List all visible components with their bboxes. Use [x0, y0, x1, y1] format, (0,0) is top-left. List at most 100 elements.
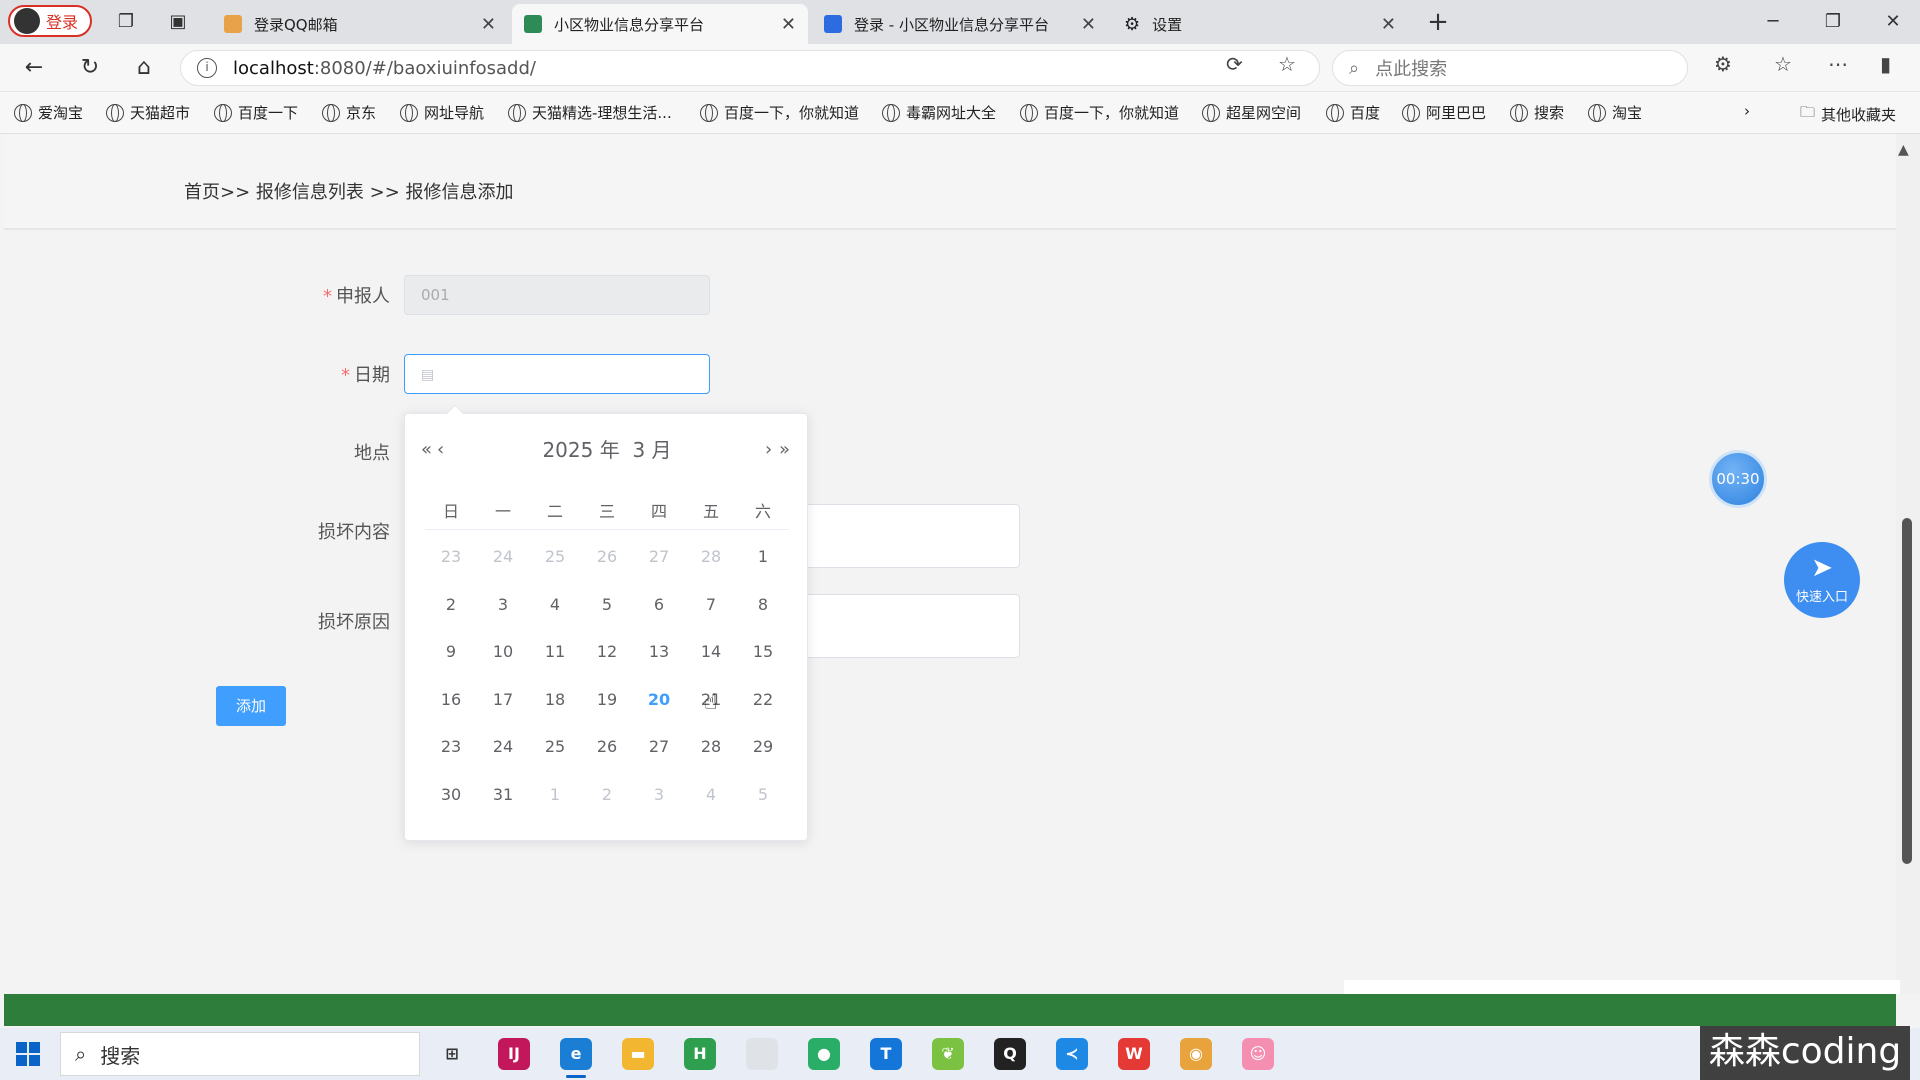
avatar-app-icon[interactable]: ☺: [1242, 1038, 1274, 1070]
calendar-day[interactable]: 31: [477, 780, 529, 828]
month-label[interactable]: 3 月: [632, 438, 671, 462]
calendar-day[interactable]: 23: [425, 732, 477, 780]
calendar-day[interactable]: 26: [581, 542, 633, 590]
calendar-day[interactable]: 6: [633, 590, 685, 638]
qq-icon[interactable]: Q: [994, 1038, 1026, 1070]
bookmark-item[interactable]: 淘宝: [1588, 102, 1642, 123]
extensions-icon[interactable]: ⚙: [1714, 52, 1732, 76]
timer-badge[interactable]: 00:30: [1709, 450, 1767, 508]
calendar-day[interactable]: 19: [581, 685, 633, 733]
translate-icon[interactable]: ⟳: [1226, 52, 1243, 76]
calendar-day[interactable]: 25: [529, 732, 581, 780]
calendar-day[interactable]: 14: [685, 637, 737, 685]
tab-settings[interactable]: ⚙ 设置 ✕: [1112, 4, 1408, 44]
date-field[interactable]: ▤: [404, 354, 710, 394]
intellij-icon[interactable]: IJ: [498, 1038, 530, 1070]
year-label[interactable]: 2025 年: [542, 438, 619, 462]
favorite-star-icon[interactable]: ☆: [1278, 52, 1296, 76]
site-info-icon[interactable]: i: [197, 58, 217, 78]
file-explorer-icon[interactable]: ▬: [622, 1038, 654, 1070]
bookmark-item[interactable]: 网址导航: [400, 102, 484, 123]
bookmark-item[interactable]: 百度一下: [214, 102, 298, 123]
edge-icon[interactable]: e: [560, 1038, 592, 1078]
calendar-day[interactable]: 16: [425, 685, 477, 733]
calendar-day[interactable]: 1: [737, 542, 789, 590]
new-tab-button[interactable]: +: [1420, 4, 1456, 40]
tab-actions-icon[interactable]: ▣: [164, 8, 192, 36]
bookmark-item[interactable]: 天猫精选-理想生活...: [508, 102, 672, 123]
calendar-day[interactable]: 3: [633, 780, 685, 828]
more-menu-icon[interactable]: ⋯: [1828, 52, 1848, 76]
home-button[interactable]: ⌂: [126, 52, 162, 84]
calendar-day[interactable]: 15: [737, 637, 789, 685]
calendar-day[interactable]: 3: [477, 590, 529, 638]
hbuilder-icon[interactable]: H: [684, 1038, 716, 1070]
calendar-day[interactable]: 30: [425, 780, 477, 828]
bookmark-item[interactable]: 京东: [322, 102, 376, 123]
address-bar[interactable]: i localhost:8080/#/baoxiuinfosadd/: [180, 50, 1320, 86]
close-icon[interactable]: ✕: [781, 14, 796, 35]
feishu-icon[interactable]: T: [870, 1038, 902, 1070]
calendar-day[interactable]: 27: [633, 542, 685, 590]
leaf-app-icon[interactable]: ❦: [932, 1038, 964, 1070]
tab-login-platform[interactable]: 登录 - 小区物业信息分享平台 ✕: [812, 4, 1108, 44]
workspaces-icon[interactable]: ❐: [112, 8, 140, 36]
quick-entry-button[interactable]: ➤ 快速入口: [1784, 542, 1860, 618]
close-icon[interactable]: ✕: [1381, 14, 1396, 35]
notepad-icon[interactable]: [746, 1038, 778, 1070]
bookmark-item[interactable]: 毒霸网址大全: [882, 102, 996, 123]
calendar-day[interactable]: 24: [477, 732, 529, 780]
calendar-day[interactable]: 23: [425, 542, 477, 590]
calendar-day[interactable]: 5: [737, 780, 789, 828]
calendar-day[interactable]: 4: [529, 590, 581, 638]
calendar-day[interactable]: 13: [633, 637, 685, 685]
calendar-day[interactable]: 1: [529, 780, 581, 828]
bookmark-item[interactable]: 百度一下，你就知道: [1020, 102, 1179, 123]
tab-qq-mail[interactable]: 登录QQ邮箱 ✕: [212, 4, 508, 44]
chrome-icon[interactable]: ◉: [1180, 1038, 1212, 1070]
calendar-day[interactable]: 12: [581, 637, 633, 685]
calendar-day[interactable]: 28: [685, 732, 737, 780]
profile-button[interactable]: 登录: [8, 5, 92, 37]
taskbar-search[interactable]: ⌕ 搜索: [60, 1032, 420, 1076]
calendar-day[interactable]: 26: [581, 732, 633, 780]
bookmark-item[interactable]: 百度一下，你就知道: [700, 102, 859, 123]
add-button[interactable]: 添加: [216, 686, 286, 726]
sidebar-toggle-icon[interactable]: ▮: [1880, 52, 1891, 76]
calendar-day[interactable]: 25: [529, 542, 581, 590]
bookmark-item[interactable]: 百度: [1326, 102, 1380, 123]
restore-button[interactable]: ❐: [1806, 0, 1860, 44]
calendar-day[interactable]: 17: [477, 685, 529, 733]
wps-icon[interactable]: W: [1118, 1038, 1150, 1070]
wechat-icon[interactable]: ●: [808, 1038, 840, 1070]
calendar-day[interactable]: 9: [425, 637, 477, 685]
calendar-day[interactable]: 18: [529, 685, 581, 733]
windows-start-icon[interactable]: [16, 1042, 40, 1066]
bookmark-item[interactable]: 搜索: [1510, 102, 1564, 123]
calendar-day[interactable]: 8: [737, 590, 789, 638]
bookmarks-overflow-chevron-icon[interactable]: ›: [1744, 102, 1750, 120]
close-window-button[interactable]: ✕: [1866, 0, 1920, 44]
bookmark-item[interactable]: 超星网空间: [1202, 102, 1301, 123]
scroll-up-icon[interactable]: ▲: [1898, 142, 1909, 158]
breadcrumb[interactable]: 首页>> 报修信息列表 >> 报修信息添加: [184, 178, 514, 204]
calendar-day[interactable]: 11: [529, 637, 581, 685]
minimize-button[interactable]: ─: [1746, 0, 1800, 44]
calendar-day-today[interactable]: 20: [633, 685, 685, 733]
calendar-day[interactable]: 5: [581, 590, 633, 638]
favorites-icon[interactable]: ☆: [1774, 52, 1792, 76]
calendar-day[interactable]: 28: [685, 542, 737, 590]
calendar-day[interactable]: 10: [477, 637, 529, 685]
scrollbar-thumb[interactable]: [1902, 518, 1912, 864]
refresh-button[interactable]: ↻: [72, 52, 108, 84]
task-view-icon[interactable]: ⊞: [436, 1038, 468, 1070]
calendar-day[interactable]: 2: [581, 780, 633, 828]
calendar-day[interactable]: 4: [685, 780, 737, 828]
other-bookmarks[interactable]: 🗀 其他收藏夹: [1800, 102, 1896, 127]
next-month-button[interactable]: ›: [765, 434, 772, 466]
close-icon[interactable]: ✕: [1081, 14, 1096, 35]
calendar-day[interactable]: 27: [633, 732, 685, 780]
calendar-day[interactable]: 7: [685, 590, 737, 638]
tab-property-platform[interactable]: 小区物业信息分享平台 ✕: [512, 4, 808, 44]
back-button[interactable]: ←: [16, 52, 52, 84]
